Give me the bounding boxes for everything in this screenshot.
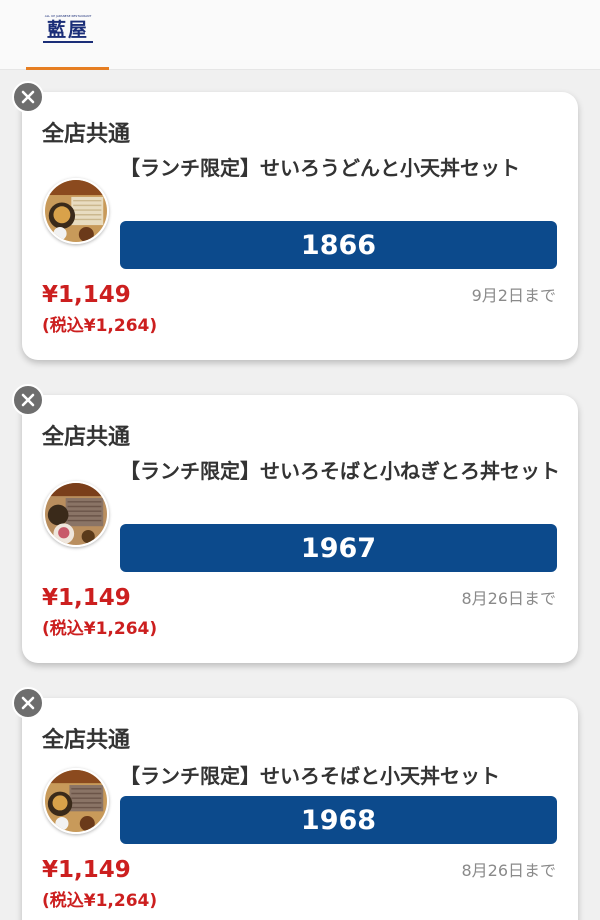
coupon-tax-price: (税込¥1,264) <box>42 619 158 639</box>
coupon-expiry: 8月26日まで <box>461 861 556 880</box>
coupon-code: 1967 <box>120 524 557 572</box>
food-thumbnail-image <box>45 483 107 545</box>
coupon-code: 1866 <box>120 221 557 269</box>
tab-home-logo[interactable]: ALL UP JAPANESE RESTAURANT 藍屋 <box>26 0 109 70</box>
coupon-expiry: 9月2日まで <box>471 286 556 305</box>
close-coupon-button[interactable] <box>12 384 44 416</box>
coupon-price: ¥1,149 <box>42 857 131 883</box>
coupon-code: 1968 <box>120 796 557 844</box>
coupon-scope: 全店共通 <box>42 425 131 450</box>
coupon-item-name: 【ランチ限定】せいろうどんと小天丼セット <box>120 156 520 180</box>
coupon-item-name: 【ランチ限定】せいろそばと小天丼セット <box>120 764 500 788</box>
coupon-tax-price: (税込¥1,264) <box>42 891 158 911</box>
food-thumbnail-image <box>45 770 107 832</box>
logo-tagline: ALL UP JAPANESE RESTAURANT <box>44 14 92 18</box>
coupon-expiry: 8月26日まで <box>461 589 556 608</box>
coupon-tax-price: (税込¥1,264) <box>42 316 158 336</box>
coupon-card[interactable]: 全店共通 【ランチ限定】せいろうどんと小天丼セット 1866 ¥1,149 (税… <box>22 92 578 360</box>
close-icon <box>21 90 35 104</box>
close-coupon-button[interactable] <box>12 81 44 113</box>
active-tab-indicator <box>26 67 109 70</box>
food-thumbnail <box>43 178 109 244</box>
coupon-card[interactable]: 全店共通 【ランチ限定】せいろそばと小天丼セット 1968 ¥1,149 (税込… <box>22 698 578 920</box>
close-coupon-button[interactable] <box>12 687 44 719</box>
food-thumbnail <box>43 768 109 834</box>
logo-rule <box>43 41 93 43</box>
coupon-scope: 全店共通 <box>42 728 131 753</box>
coupon-card[interactable]: 全店共通 【ランチ限定】せいろそばと小ねぎとろ丼セット 1967 ¥1,149 … <box>22 395 578 663</box>
coupon-price: ¥1,149 <box>42 282 131 308</box>
coupon-price: ¥1,149 <box>42 585 131 611</box>
close-icon <box>21 393 35 407</box>
logo-text: 藍屋 <box>46 19 89 41</box>
coupon-scope: 全店共通 <box>42 122 131 147</box>
brand-logo: ALL UP JAPANESE RESTAURANT 藍屋 <box>41 14 95 44</box>
close-icon <box>21 696 35 710</box>
food-thumbnail-image <box>45 180 107 242</box>
coupon-item-name: 【ランチ限定】せいろそばと小ねぎとろ丼セット <box>120 459 560 483</box>
app-header: ALL UP JAPANESE RESTAURANT 藍屋 <box>0 0 600 70</box>
food-thumbnail <box>43 481 109 547</box>
